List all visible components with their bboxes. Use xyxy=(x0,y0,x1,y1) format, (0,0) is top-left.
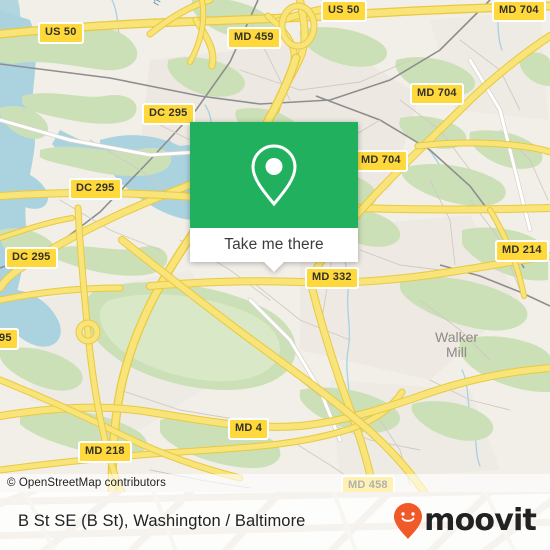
road-shield-md-218: MD 218 xyxy=(78,441,132,463)
road-shield-us-50-west: US 50 xyxy=(38,22,84,44)
take-me-there-card[interactable]: Take me there xyxy=(190,122,358,272)
road-shield-dc-295-mid: DC 295 xyxy=(69,178,122,200)
road-shield-dc-295-upper: DC 295 xyxy=(142,103,195,125)
map-screen: .w { fill:#aad3df; } .pk { fill:#cce0b8;… xyxy=(0,0,550,550)
map-pin-icon xyxy=(251,144,297,207)
footer-bar: B St SE (B St), Washington / Baltimore m… xyxy=(0,492,550,550)
road-shield-dc-295-left: DC 295 xyxy=(5,247,58,269)
poi-card-action[interactable]: Take me there xyxy=(190,228,358,272)
poi-card-pointer xyxy=(263,261,285,272)
road-shield-md-332: MD 332 xyxy=(305,267,359,289)
location-title: B St SE (B St), Washington / Baltimore xyxy=(18,511,306,530)
road-shield-i-95: 95 xyxy=(0,328,19,350)
take-me-there-label: Take me there xyxy=(224,236,324,253)
road-shield-md-704-mid: MD 704 xyxy=(354,150,408,172)
road-shield-md-704-right: MD 704 xyxy=(410,83,464,105)
moovit-logo[interactable]: moovit xyxy=(393,502,537,540)
place-label-walker-mill: Walker Mill xyxy=(435,329,479,360)
road-shield-md-214: MD 214 xyxy=(495,240,549,262)
moovit-wordmark: moovit xyxy=(424,503,537,538)
road-shield-md-459: MD 459 xyxy=(227,27,281,49)
poi-card-header xyxy=(190,122,358,228)
road-shield-md-704-north: MD 704 xyxy=(492,0,546,22)
map-attribution[interactable]: © OpenStreetMap contributors xyxy=(0,474,550,492)
road-shield-md-4: MD 4 xyxy=(228,418,270,440)
map-canvas[interactable]: .w { fill:#aad3df; } .pk { fill:#cce0b8;… xyxy=(0,0,550,492)
road-shield-us-50-east: US 50 xyxy=(321,0,367,22)
moovit-pin-icon xyxy=(394,503,423,539)
